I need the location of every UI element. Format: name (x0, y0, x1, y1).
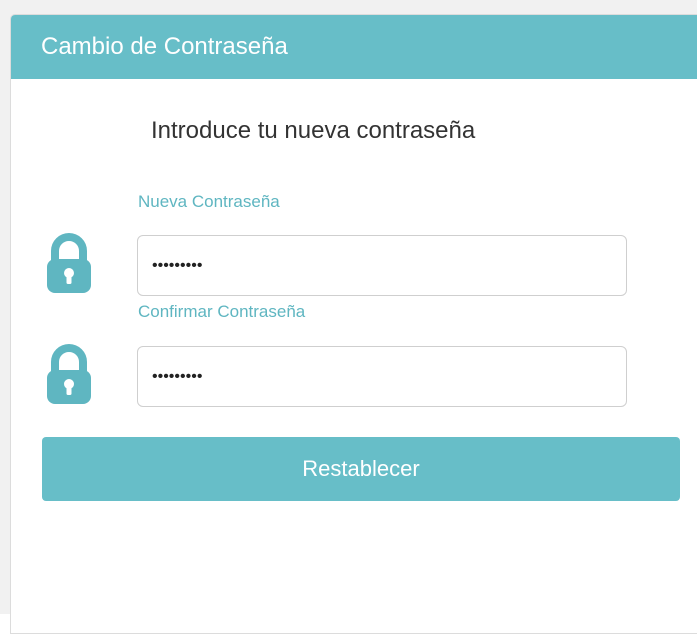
confirm-password-label: Confirmar Contraseña (138, 302, 306, 321)
confirm-password-input[interactable] (137, 346, 627, 407)
page-background: Cambio de Contraseña Introduce tu nueva … (0, 0, 697, 634)
new-password-input[interactable] (137, 235, 627, 296)
new-password-label: Nueva Contraseña (138, 192, 280, 211)
lock-icon (47, 233, 91, 293)
password-change-panel: Cambio de Contraseña Introduce tu nueva … (10, 14, 697, 634)
panel-title: Cambio de Contraseña (41, 33, 288, 60)
lock-icon (47, 344, 91, 404)
reset-button[interactable]: Restablecer (42, 437, 680, 501)
form-instruction: Introduce tu nueva contraseña (151, 117, 476, 144)
panel-header: Cambio de Contraseña (11, 15, 697, 79)
